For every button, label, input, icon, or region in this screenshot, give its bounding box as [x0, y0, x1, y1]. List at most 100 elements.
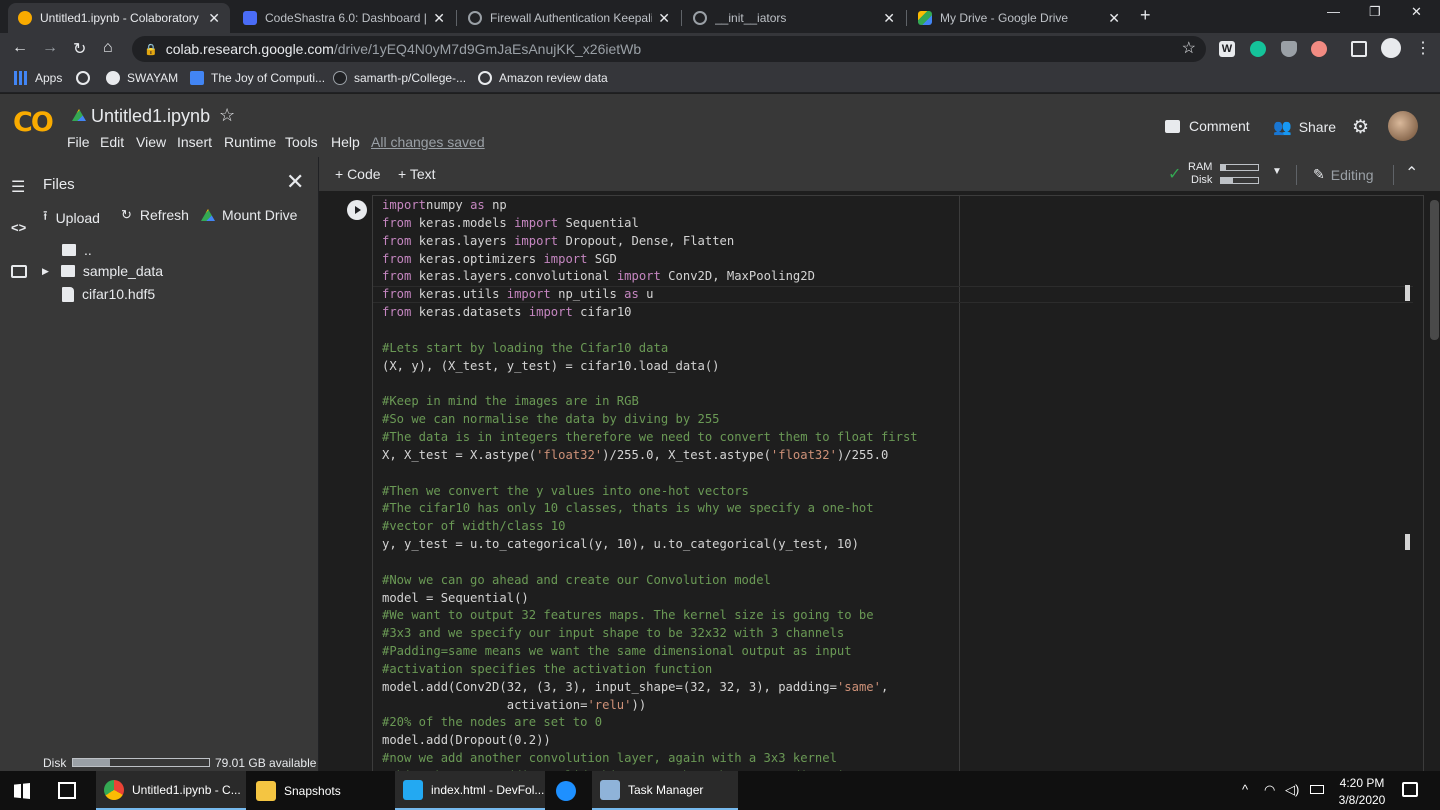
- close-tab-icon[interactable]: ✕: [658, 10, 670, 27]
- menu-edit[interactable]: Edit: [100, 134, 124, 150]
- address-bar[interactable]: 🔒 colab.research.google.com/drive/1yEQ4N…: [132, 36, 1206, 62]
- reload-icon[interactable]: ↻: [73, 39, 86, 59]
- add-code-cell-button[interactable]: + Code: [335, 166, 381, 182]
- more-menu-icon[interactable]: ⋮: [1415, 38, 1431, 58]
- close-panel-icon[interactable]: ✕: [286, 169, 304, 195]
- close-tab-icon[interactable]: ✕: [208, 10, 220, 27]
- comment-button[interactable]: Comment: [1165, 118, 1250, 134]
- menu-file[interactable]: File: [67, 134, 90, 150]
- forward-arrow-icon[interactable]: →: [42, 39, 58, 57]
- run-cell-button[interactable]: [347, 200, 367, 220]
- code-line: #The cifar10 has only 10 classes, thats …: [382, 501, 874, 516]
- expand-arrow-icon[interactable]: ▶: [42, 266, 49, 277]
- collapse-header-icon[interactable]: ⌃: [1405, 163, 1418, 183]
- browser-toolbar: ← → ↻ ⌂ 🔒 colab.research.google.com/driv…: [0, 33, 1440, 64]
- menu-insert[interactable]: Insert: [177, 134, 212, 150]
- code-snippets-icon[interactable]: <>: [11, 220, 26, 235]
- notebook-title[interactable]: Untitled1.ipynb: [91, 106, 210, 127]
- people-icon: 👥: [1273, 119, 1292, 136]
- tab-codeshastra[interactable]: CodeShastra 6.0: Dashboard | De ✕: [233, 3, 455, 33]
- task-view-icon[interactable]: [58, 782, 76, 799]
- comment-icon: [1165, 119, 1180, 133]
- bookmark-separator[interactable]: [76, 71, 97, 85]
- code-line: from keras.utils import np_utils as u: [382, 287, 654, 302]
- tree-item-sample-data[interactable]: ▶ sample_data: [42, 263, 163, 279]
- refresh-button[interactable]: ↻ Refresh: [121, 207, 189, 223]
- colab-logo[interactable]: CO: [13, 107, 54, 138]
- editing-mode-button[interactable]: ✎ Editing: [1313, 166, 1374, 183]
- taskbar-task-manager[interactable]: Task Manager: [592, 771, 738, 810]
- close-tab-icon[interactable]: ✕: [883, 10, 895, 27]
- menu-view[interactable]: View: [136, 134, 166, 150]
- code-line: y, y_test = u.to_categorical(y, 10), u.t…: [382, 537, 859, 552]
- dropdown-icon[interactable]: ▼: [1272, 166, 1282, 177]
- page-scrollbar[interactable]: [1430, 200, 1439, 340]
- folder-icon[interactable]: [11, 265, 27, 278]
- taskbar-snapshots[interactable]: Snapshots: [248, 771, 388, 810]
- disk-usage-bar: [72, 758, 210, 767]
- taskbar-chrome[interactable]: Untitled1.ipynb - C...: [96, 771, 246, 810]
- mount-drive-button[interactable]: Mount Drive: [201, 207, 297, 223]
- code-line: importnumpy as np: [382, 198, 507, 212]
- menu-help[interactable]: Help: [331, 134, 360, 150]
- code-line: activation='relu')): [382, 697, 647, 712]
- user-avatar[interactable]: [1388, 111, 1418, 141]
- clock-date[interactable]: 3/8/2020: [1335, 793, 1389, 807]
- disk-label-toolbar: Disk: [1191, 174, 1213, 186]
- bookmark-star-icon[interactable]: ☆: [1182, 38, 1196, 58]
- back-arrow-icon[interactable]: ←: [12, 39, 28, 57]
- clock-time[interactable]: 4:20 PM: [1337, 776, 1387, 790]
- volume-icon[interactable]: ◁): [1285, 782, 1299, 798]
- share-button[interactable]: 👥 Share: [1273, 118, 1336, 136]
- tree-item-cifar10-hdf5[interactable]: cifar10.hdf5: [62, 286, 155, 302]
- bookmark-swayam[interactable]: SWAYAM: [106, 71, 178, 85]
- files-panel-title: Files: [43, 176, 75, 193]
- grammarly-extension-icon[interactable]: [1250, 41, 1266, 57]
- windows-start-icon[interactable]: [14, 783, 30, 799]
- bookmark-apps[interactable]: Apps: [14, 71, 62, 85]
- taskbar-edge[interactable]: [548, 771, 588, 810]
- tab-init-iators[interactable]: __init__iators ✕: [683, 3, 905, 33]
- save-status[interactable]: All changes saved: [371, 134, 485, 150]
- tab-colab[interactable]: Untitled1.ipynb - Colaboratory ✕: [8, 3, 230, 33]
- close-window-button[interactable]: ✕: [1411, 4, 1422, 20]
- code-editor[interactable]: importnumpy as np from keras.models impor…: [382, 197, 918, 772]
- close-tab-icon[interactable]: ✕: [433, 10, 445, 27]
- minimize-button[interactable]: —: [1327, 4, 1340, 19]
- tab-firewall[interactable]: Firewall Authentication Keepalive ✕: [458, 3, 680, 33]
- resources-indicator[interactable]: RAM Disk ▼: [1188, 160, 1288, 188]
- star-icon[interactable]: ☆: [219, 105, 235, 126]
- profile-avatar[interactable]: [1381, 38, 1401, 58]
- wifi-icon[interactable]: ◠: [1264, 782, 1275, 798]
- table-of-contents-icon[interactable]: ☰: [11, 177, 25, 197]
- battery-icon[interactable]: [1310, 785, 1324, 794]
- add-text-cell-button[interactable]: + Text: [398, 166, 436, 182]
- word-extension-icon[interactable]: W: [1219, 41, 1235, 57]
- new-tab-button[interactable]: +: [1140, 5, 1151, 26]
- bookmark-amazon-review[interactable]: Amazon review data: [478, 71, 608, 85]
- scroll-marker: [1405, 285, 1410, 301]
- shield-extension-icon[interactable]: [1281, 41, 1297, 57]
- code-line: from keras.datasets import cifar10: [382, 305, 632, 320]
- code-cell[interactable]: importnumpy as np from keras.models impor…: [372, 195, 1424, 773]
- close-tab-icon[interactable]: ✕: [1108, 10, 1120, 27]
- url-host: colab.research.google.com: [165, 41, 334, 57]
- cast-icon[interactable]: [1351, 41, 1367, 57]
- notifications-icon[interactable]: [1402, 782, 1418, 797]
- restore-button[interactable]: ❐: [1369, 4, 1381, 20]
- bookmark-joy-of-computing[interactable]: The Joy of Computi...: [190, 71, 325, 85]
- tree-parent-folder[interactable]: ..: [62, 242, 92, 258]
- extension-icon[interactable]: [1311, 41, 1327, 57]
- code-line: ​: [382, 554, 918, 572]
- settings-gear-icon[interactable]: ⚙: [1352, 116, 1369, 139]
- taskbar-vscode[interactable]: index.html - DevFol...: [395, 771, 545, 810]
- upload-button[interactable]: ⭱ Upload: [43, 207, 100, 229]
- show-hidden-icons-icon[interactable]: ^: [1242, 782, 1248, 797]
- menu-tools[interactable]: Tools: [285, 134, 318, 150]
- folder-icon: [256, 780, 276, 801]
- home-icon[interactable]: ⌂: [103, 39, 113, 57]
- menu-runtime[interactable]: Runtime: [224, 134, 276, 150]
- bookmark-github-college[interactable]: samarth-p/College-...: [333, 71, 466, 85]
- tab-google-drive[interactable]: My Drive - Google Drive ✕: [908, 3, 1130, 33]
- notebook-toolbar: + Code + Text ✓ RAM Disk ▼ ✎ Editing ⌃: [318, 157, 1440, 191]
